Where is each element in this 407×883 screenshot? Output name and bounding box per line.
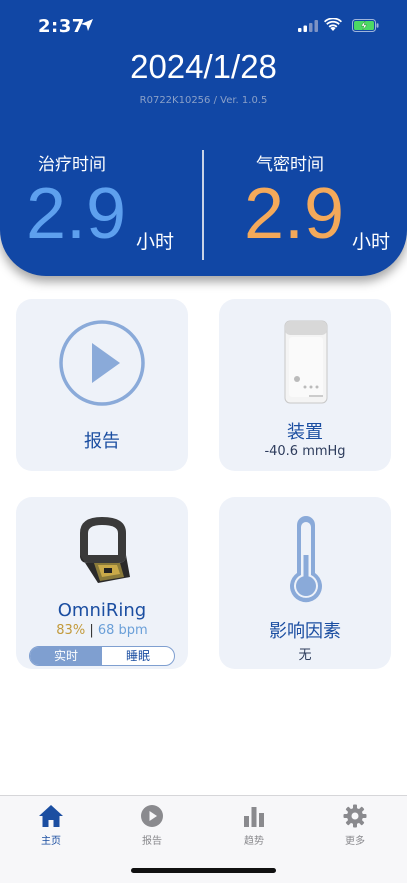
status-time: 2:37 [38,16,85,37]
home-indicator [131,868,276,873]
home-icon [39,805,63,827]
device-pressure: -40.6 mmHg [264,444,346,459]
oxygen-percent: 83% [56,623,86,638]
factors-card[interactable]: 影响因素 无 [219,497,391,669]
tab-home-label: 主页 [41,836,61,847]
status-bar: 2:37 [0,0,407,54]
treatment-time-value: 2.9 [26,174,127,254]
treatment-time-label: 治疗时间 [38,155,106,175]
device-image [284,320,328,404]
seal-time-value: 2.9 [244,174,345,254]
header-divider [202,150,204,260]
report-card[interactable]: 报告 [16,299,188,471]
treatment-time-unit: 小时 [136,231,175,253]
factors-value: 无 [298,648,312,663]
segment-realtime[interactable]: 实时 [30,647,102,665]
thermometer-icon [290,516,322,603]
omniring-card[interactable]: OmniRing 83% | 68 bpm 实时 睡眠 [16,497,188,669]
device-version: R0722K10256 / Ver. 1.0.5 [139,95,268,106]
location-arrow-icon [81,19,93,31]
play-circle-tab-icon [141,805,163,827]
play-circle-icon [59,320,145,406]
seal-time-label: 气密时间 [256,155,324,175]
tab-home[interactable]: 主页 [21,804,81,847]
device-card[interactable]: 装置 -40.6 mmHg [219,299,391,471]
ring-mode-segmented-control: 实时 睡眠 [29,646,175,666]
omniring-title: OmniRing [57,600,147,621]
omniring-stats: 83% | 68 bpm [16,623,188,638]
tab-more[interactable]: 更多 [325,804,385,847]
header-panel: 2:37 2024/1/28 R0722K10256 / Ver. 1.0.5 … [0,0,407,276]
tab-report-label: 报告 [142,836,162,847]
tab-trend-label: 趋势 [244,836,264,847]
heart-rate: 68 bpm [97,623,148,638]
session-date: 2024/1/28 [130,48,277,85]
factors-title: 影响因素 [269,621,341,642]
cellular-signal-icon [298,20,318,32]
battery-charging-icon [352,19,379,32]
tab-trend[interactable]: 趋势 [224,804,284,847]
report-card-title: 报告 [84,431,120,452]
gear-icon [343,804,367,828]
smart-ring-image [80,517,130,583]
seal-time-unit: 小时 [352,231,391,253]
segment-sleep[interactable]: 睡眠 [102,647,174,665]
tab-report[interactable]: 报告 [122,804,182,847]
tab-more-label: 更多 [345,836,365,847]
stats-separator: | [89,623,94,638]
wifi-icon [324,18,342,31]
bar-chart-icon [244,807,264,827]
device-card-title: 装置 [287,422,323,443]
